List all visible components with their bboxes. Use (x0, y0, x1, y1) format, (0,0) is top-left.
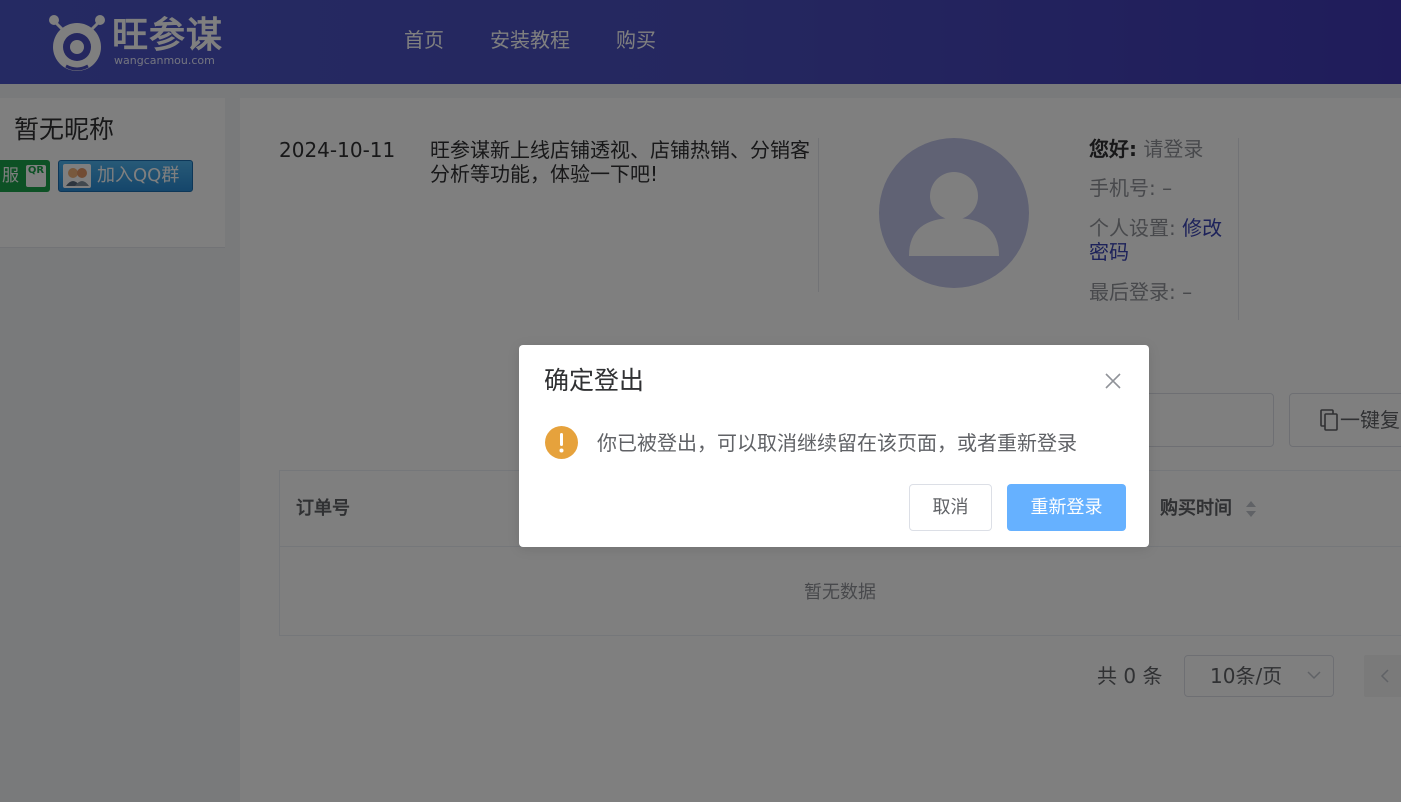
relogin-button[interactable]: 重新登录 (1007, 484, 1126, 531)
logout-dialog: 确定登出 你已被登出，可以取消继续留在该页面，或者重新登录 取消 重新登录 (519, 345, 1149, 547)
dialog-message: 你已被登出，可以取消继续留在该页面，或者重新登录 (597, 431, 1077, 455)
cancel-button[interactable]: 取消 (909, 484, 992, 531)
dialog-title: 确定登出 (544, 366, 645, 395)
warning-icon (545, 426, 578, 459)
close-icon[interactable] (1103, 371, 1123, 391)
